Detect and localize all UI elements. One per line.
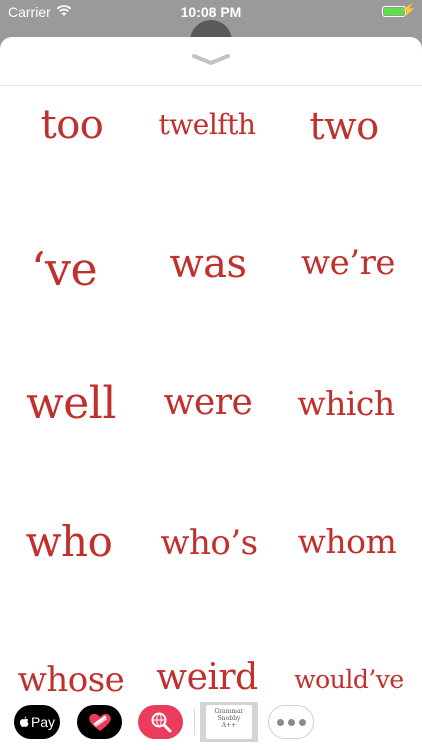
charging-bolt-icon: ⚡ — [400, 2, 417, 17]
sticker-item[interactable]: weird — [137, 657, 277, 698]
sticker-item[interactable]: who — [0, 517, 139, 566]
sticker-item[interactable]: we’re — [278, 243, 418, 283]
sticker-item[interactable]: was — [138, 241, 278, 287]
sticker-item[interactable]: ‘ve — [0, 242, 134, 296]
apple-pay-icon — [19, 716, 29, 727]
sticker-item[interactable]: which — [276, 384, 416, 423]
web-search-button[interactable] — [138, 705, 183, 739]
grammar-sticker-pack-button[interactable]: Grammar Snobby A++ — [200, 702, 258, 742]
sticker-item[interactable]: too — [2, 102, 142, 148]
sticker-item[interactable]: whose — [1, 660, 141, 700]
app-drawer: Pay Grammar Snobby A++ — [0, 697, 422, 750]
search-globe-icon — [151, 712, 171, 733]
sticker-item[interactable]: were — [138, 382, 278, 423]
more-icon — [275, 713, 308, 731]
drawer-divider — [194, 709, 195, 735]
sticker-item[interactable]: well — [1, 378, 141, 429]
sticker-item[interactable]: would’ve — [279, 665, 419, 694]
sticker-item[interactable]: who’s — [139, 523, 279, 563]
sticker-item[interactable]: whom — [277, 522, 417, 561]
sticker-pack-label: Grammar — [214, 708, 244, 715]
chevron-down-icon[interactable] — [191, 53, 231, 72]
sheet-header[interactable] — [0, 37, 422, 86]
sticker-item[interactable]: twelfth — [137, 108, 277, 141]
sticker-sheet: too twelfth two ‘ve was we’re well were … — [0, 37, 422, 750]
more-apps-button[interactable] — [268, 705, 314, 739]
grammar-sticker-pack-icon: Grammar Snobby A++ — [206, 705, 252, 739]
apple-pay-label: Pay — [30, 714, 56, 730]
digital-touch-button[interactable] — [77, 705, 122, 739]
sticker-grid: too twelfth two ‘ve was we’re well were … — [0, 86, 422, 700]
digital-touch-icon — [88, 713, 111, 731]
sticker-item[interactable]: two — [274, 104, 414, 148]
sticker-pack-label: A++ — [221, 722, 237, 729]
apple-pay-button[interactable]: Pay — [14, 705, 60, 739]
status-time: 10:08 PM — [180, 4, 242, 20]
sticker-pack-label: Snobby — [217, 715, 241, 722]
